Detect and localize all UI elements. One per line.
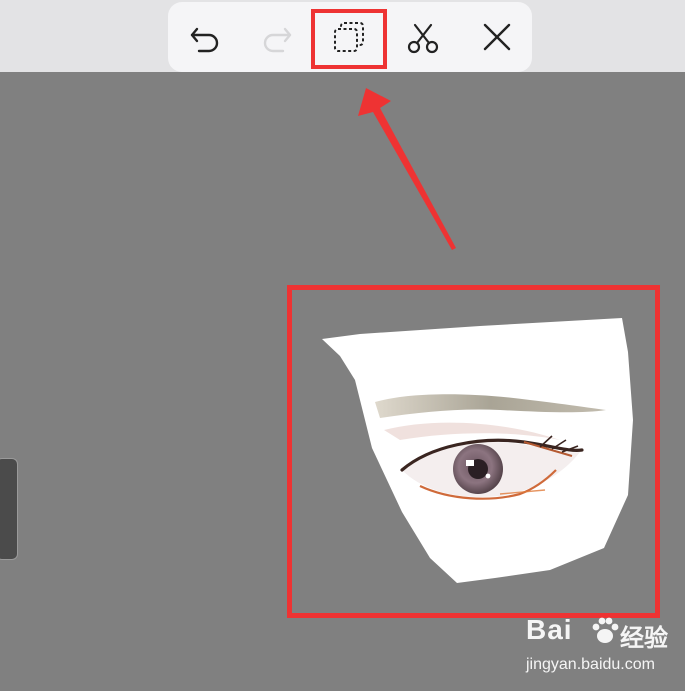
baidu-watermark: Bai 经验 jingyan.baidu.com bbox=[522, 612, 682, 684]
watermark-logo: Bai bbox=[526, 614, 573, 645]
watermark-url: jingyan.baidu.com bbox=[526, 656, 655, 673]
paw-icon bbox=[592, 617, 619, 643]
selection-highlight-frame bbox=[287, 285, 660, 618]
watermark-suffix: 经验 bbox=[620, 624, 668, 652]
